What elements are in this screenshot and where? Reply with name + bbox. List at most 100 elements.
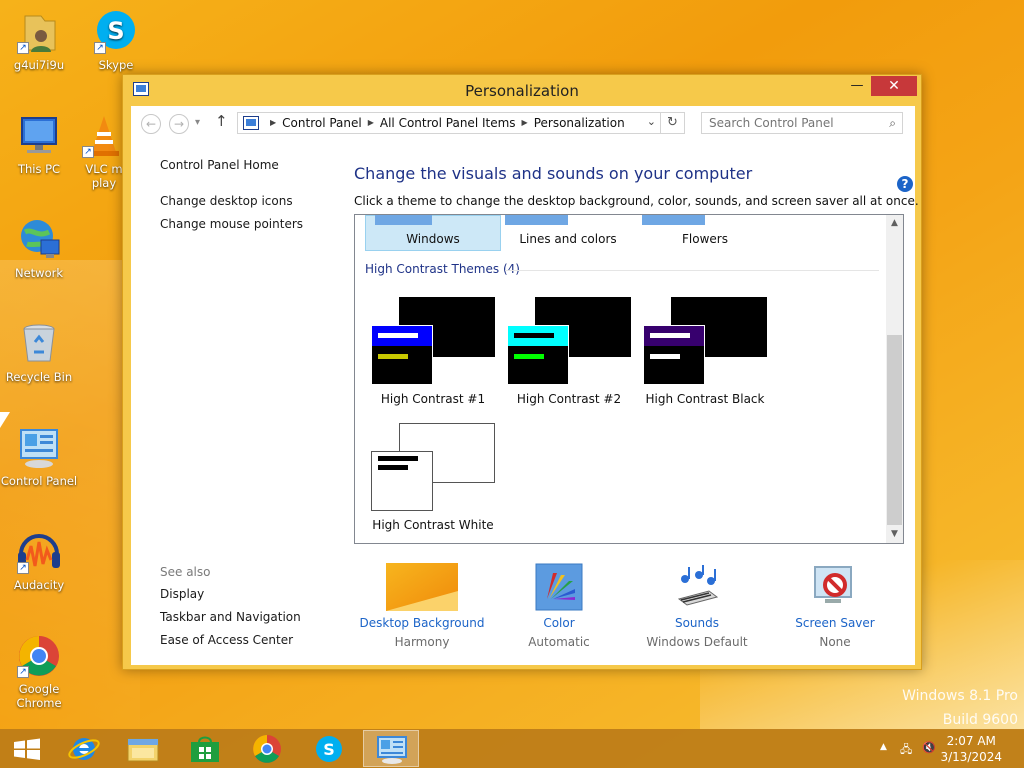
- search-input[interactable]: [702, 113, 880, 133]
- desktop-icon-recycle-bin[interactable]: Recycle Bin: [0, 320, 78, 384]
- address-dropdown-chevron-icon[interactable]: ⌄: [647, 115, 656, 128]
- help-icon[interactable]: ?: [897, 176, 913, 192]
- desktop-icon-user-folder[interactable]: ↗ g4ui7i9u: [0, 8, 78, 72]
- personalization-window: Personalization — ☐ ✕ ← → ▾ ↑ ▶C: [122, 74, 922, 670]
- volume-muted-icon[interactable]: 🔇: [922, 741, 936, 754]
- search-box[interactable]: ⌕: [701, 112, 903, 134]
- hc-preview-front: [371, 451, 433, 511]
- scrollbar-thumb[interactable]: [887, 335, 902, 525]
- address-toolbar: ← → ▾ ↑ ▶ Control Panel ▶ All Control Panel…: [131, 106, 915, 142]
- close-button[interactable]: ✕: [871, 76, 917, 96]
- desktop-icon-label: This PC: [17, 162, 61, 176]
- user-folder-icon: ↗: [15, 8, 63, 56]
- svg-text:S: S: [323, 740, 335, 759]
- shortcut-arrow-icon: ↗: [17, 562, 29, 574]
- desktop-icon-label: Skype: [98, 58, 134, 72]
- minimize-button[interactable]: —: [843, 76, 871, 96]
- taskbar-file-explorer[interactable]: [115, 730, 171, 767]
- taskbar-control-panel[interactable]: [363, 730, 419, 767]
- desktop-icon-label: Audacity: [13, 578, 65, 592]
- file-explorer-icon: [127, 738, 159, 762]
- desktop-icon-skype[interactable]: S ↗ Skype: [77, 8, 155, 72]
- theme-flowers[interactable]: Flowers: [637, 232, 773, 246]
- desktop-background-link[interactable]: Desktop Background: [352, 616, 492, 630]
- change-desktop-icons-link[interactable]: Change desktop icons: [160, 194, 293, 208]
- ease-of-access-link[interactable]: Ease of Access Center: [160, 633, 293, 647]
- clock-date: 3/13/2024: [940, 750, 1002, 764]
- desktop-icon-label: g4ui7i9u: [13, 58, 65, 72]
- color-setting[interactable]: Color Automatic: [489, 563, 629, 649]
- skype-icon: S: [316, 736, 342, 762]
- theme-thumbnail-stub: [505, 215, 568, 225]
- show-hidden-icons-chevron-icon[interactable]: ▲: [880, 742, 887, 752]
- forward-arrow-icon[interactable]: →: [169, 114, 189, 134]
- back-arrow-icon[interactable]: ←: [141, 114, 161, 134]
- theme-lines-and-colors[interactable]: Lines and colors: [500, 232, 636, 246]
- sounds-setting[interactable]: Sounds Windows Default: [627, 563, 767, 649]
- clock[interactable]: 2:07 AM 3/13/2024: [940, 733, 1002, 765]
- desktop-icon-audacity[interactable]: ↗ Audacity: [0, 528, 78, 592]
- control-panel-icon: [15, 424, 63, 472]
- taskbar-skype[interactable]: S: [301, 730, 357, 767]
- taskbar-chrome[interactable]: [239, 730, 295, 767]
- page-title: Change the visuals and sounds on your co…: [354, 164, 753, 183]
- theme-windows[interactable]: Windows: [365, 232, 501, 246]
- taskbar-internet-explorer[interactable]: [56, 730, 112, 767]
- sounds-music-notes-icon: [673, 563, 721, 611]
- shortcut-arrow-icon: ↗: [17, 42, 29, 54]
- hc-preview-front: [643, 325, 705, 385]
- hc-text-line: [650, 354, 680, 359]
- theme-label: High Contrast Black: [645, 392, 765, 406]
- window-titlebar[interactable]: Personalization — ☐ ✕: [123, 75, 921, 105]
- sounds-link[interactable]: Sounds: [627, 616, 767, 630]
- skype-icon: S ↗: [92, 8, 140, 56]
- scroll-up-arrow-icon[interactable]: ▲: [886, 215, 903, 232]
- shortcut-arrow-icon: ↗: [94, 42, 106, 54]
- desktop-background-icon: [386, 563, 458, 611]
- desktop-icon-label: Network: [14, 266, 64, 280]
- scroll-down-arrow-icon[interactable]: ▼: [886, 526, 903, 543]
- taskbar-navigation-link[interactable]: Taskbar and Navigation: [160, 610, 301, 624]
- theme-thumbnail-stub: [375, 215, 432, 225]
- shortcut-arrow-icon: ↗: [82, 146, 94, 158]
- theme-label: High Contrast #2: [516, 392, 622, 406]
- color-link[interactable]: Color: [489, 616, 629, 630]
- breadcrumb-control-panel[interactable]: Control Panel: [282, 116, 362, 130]
- shortcut-arrow-icon: ↗: [17, 666, 29, 678]
- desktop-icon-network[interactable]: Network: [0, 216, 78, 280]
- hc-text-line: [650, 333, 690, 338]
- audacity-icon: ↗: [15, 528, 63, 576]
- start-button[interactable]: [0, 730, 56, 767]
- desktop-icon-label: Recycle Bin: [5, 370, 73, 384]
- svg-text:S: S: [107, 17, 124, 45]
- theme-list-scrollbar[interactable]: ▲ ▼: [886, 215, 903, 543]
- desktop-icon-this-pc[interactable]: This PC: [0, 112, 78, 176]
- store-icon: [191, 736, 219, 762]
- breadcrumb-all-items[interactable]: All Control Panel Items: [380, 116, 516, 130]
- refresh-icon[interactable]: ↻: [661, 112, 685, 134]
- screen-saver-icon: [811, 563, 859, 611]
- desktop-background-setting[interactable]: Desktop Background Harmony: [352, 563, 492, 649]
- desktop-icon-control-panel[interactable]: Control Panel: [0, 424, 78, 488]
- start-icon: [14, 738, 40, 760]
- screen-saver-link[interactable]: Screen Saver: [765, 616, 905, 630]
- taskbar-store[interactable]: [177, 730, 233, 767]
- recent-pages-chevron-icon[interactable]: ▾: [195, 117, 200, 128]
- computer-icon: [15, 112, 63, 160]
- hc-text-line: [514, 354, 544, 359]
- display-link[interactable]: Display: [160, 587, 204, 601]
- search-icon[interactable]: ⌕: [889, 116, 896, 131]
- control-panel-home-link[interactable]: Control Panel Home: [160, 158, 279, 172]
- address-bar[interactable]: ▶ Control Panel ▶ All Control Panel Items ▶ P…: [237, 112, 661, 134]
- network-globe-icon: [15, 216, 63, 264]
- screen-saver-setting[interactable]: Screen Saver None: [765, 563, 905, 649]
- control-panel-icon: [243, 116, 259, 130]
- breadcrumb-personalization[interactable]: Personalization: [534, 116, 625, 130]
- breadcrumb: ▶ Control Panel ▶ All Control Panel Items ▶ P…: [264, 116, 625, 130]
- theme-label: High Contrast #1: [380, 392, 486, 406]
- desktop-icon-google-chrome[interactable]: ↗ Google Chrome: [0, 632, 78, 710]
- change-mouse-pointers-link[interactable]: Change mouse pointers: [160, 217, 303, 231]
- network-status-icon[interactable]: 🖧: [900, 741, 912, 760]
- up-arrow-icon[interactable]: ↑: [215, 112, 228, 130]
- color-value: Automatic: [528, 635, 590, 649]
